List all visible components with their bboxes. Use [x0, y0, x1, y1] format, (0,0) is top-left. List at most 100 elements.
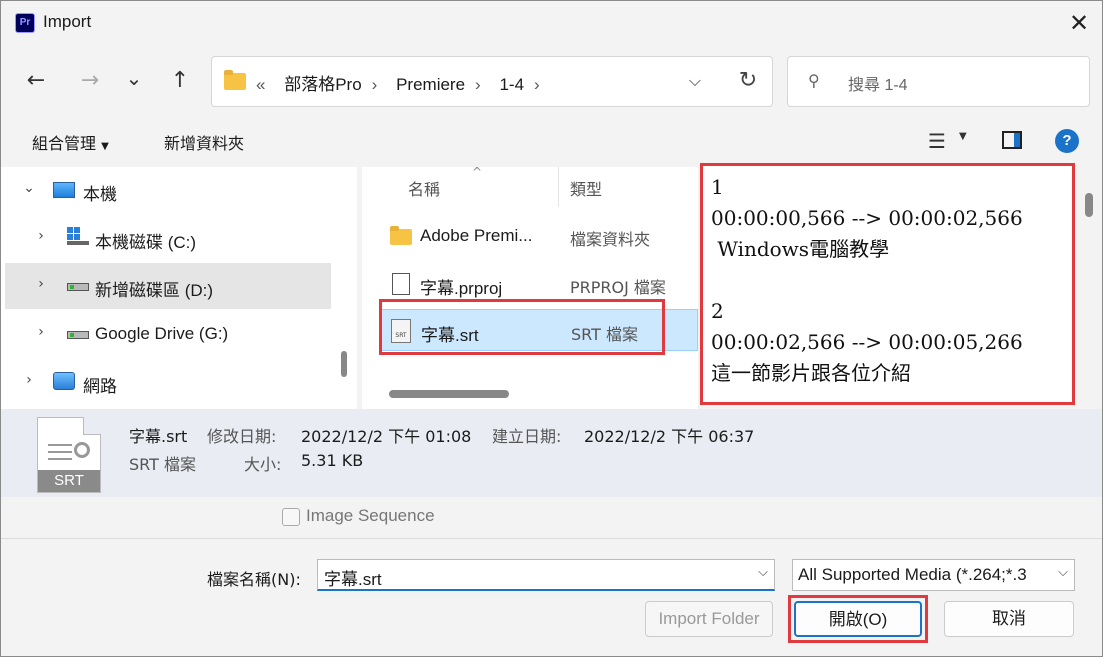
- tree-item-label: 本機磁碟 (C:): [95, 233, 197, 252]
- chevron-right-icon[interactable]: ›: [33, 228, 49, 246]
- vertical-scrollbar[interactable]: [1085, 193, 1093, 217]
- tree-item-drive-c[interactable]: › 本機磁碟 (C:): [5, 215, 331, 261]
- detail-size-value: 5.31 KB: [301, 451, 364, 470]
- detail-file-type: SRT 檔案: [129, 455, 196, 474]
- preview-line: 這一節影片跟各位介紹: [711, 361, 911, 385]
- detail-modified-value: 2022/12/2 下午 01:08: [301, 427, 472, 446]
- chevron-right-icon[interactable]: ›: [33, 276, 49, 294]
- image-sequence-checkbox[interactable]: [282, 508, 300, 526]
- tree-item-label: Google Drive (G:): [95, 324, 229, 343]
- window-title: Import: [43, 12, 92, 31]
- details-pane: SRT 字幕.srt 修改日期: 2022/12/2 下午 01:08 建立日期…: [1, 409, 1102, 497]
- file-name: 字幕.prproj: [420, 279, 503, 298]
- chevron-right-icon[interactable]: ›: [33, 324, 49, 342]
- chevron-down-icon: ⌄: [125, 66, 143, 90]
- sort-ascending-icon: ^: [472, 165, 483, 179]
- drive-icon: [67, 331, 89, 339]
- detail-file-name: 字幕.srt: [129, 427, 188, 446]
- column-divider[interactable]: [558, 167, 559, 207]
- preview-line: [711, 265, 1064, 296]
- navigation-tree: ⌄ 本機 › 本機磁碟 (C:) › 新增磁碟區 (D:) › Google D…: [1, 167, 357, 409]
- column-header-name[interactable]: 名稱: [408, 176, 440, 200]
- arrow-left-icon: ←: [26, 68, 46, 93]
- file-type-value: All Supported Media (*.264;*.3: [798, 565, 1027, 584]
- cancel-button[interactable]: 取消: [944, 601, 1074, 637]
- tree-scrollbar[interactable]: [341, 351, 347, 377]
- tree-item-label: 網路: [83, 377, 117, 396]
- breadcrumb-item[interactable]: 部落格Pro: [284, 75, 361, 94]
- address-bar[interactable]: « 部落格Pro › Premiere › 1-4 › ⌵ ↻: [211, 56, 773, 107]
- chevron-down-icon[interactable]: ⌄: [21, 180, 37, 198]
- windows-drive-icon: [67, 227, 89, 245]
- view-options-icon[interactable]: ☰: [925, 129, 949, 153]
- back-button[interactable]: ←: [21, 66, 51, 96]
- gear-icon: [74, 442, 90, 458]
- file-name: Adobe Premi...: [420, 226, 533, 245]
- network-icon: [53, 372, 75, 390]
- chevron-right-icon[interactable]: ›: [21, 372, 37, 390]
- arrow-up-icon: ↑: [170, 68, 190, 93]
- drive-icon: [67, 283, 89, 291]
- filename-value: 字幕.srt: [324, 570, 382, 589]
- caret-down-icon: ▼: [101, 141, 109, 152]
- new-folder-button[interactable]: 新增資料夾: [164, 130, 244, 154]
- file-type: 檔案資料夾: [570, 230, 651, 249]
- chevron-right-icon[interactable]: ›: [475, 75, 481, 94]
- preview-line: Windows電腦教學: [711, 237, 890, 261]
- file-type: PRPROJ 檔案: [570, 278, 666, 297]
- preview-line: 1: [711, 175, 724, 199]
- srt-file-icon: SRT: [37, 417, 101, 493]
- tree-item-label: 新增磁碟區 (D:): [95, 281, 214, 300]
- computer-icon: [53, 182, 75, 198]
- folder-icon: [390, 226, 412, 245]
- highlight-box: [379, 299, 665, 355]
- file-type-select[interactable]: All Supported Media (*.264;*.3 ⌵: [792, 559, 1075, 591]
- chevron-down-icon: ⌵: [688, 71, 702, 90]
- import-dialog: Pr Import ✕ ← → ⌄ ↑ « 部落格Pro › Premiere › …: [0, 0, 1103, 657]
- search-icon: ⚲: [808, 71, 820, 90]
- organize-menu[interactable]: 組合管理 ▼: [32, 130, 109, 154]
- help-icon[interactable]: ?: [1055, 129, 1079, 153]
- title-bar: Pr Import ✕: [1, 1, 1102, 45]
- breadcrumb-overflow[interactable]: «: [256, 75, 265, 94]
- tree-item-label: 本機: [83, 185, 117, 204]
- up-button[interactable]: ↑: [165, 66, 195, 96]
- document-icon: [392, 273, 410, 295]
- horizontal-scrollbar[interactable]: [389, 390, 509, 398]
- column-header-type[interactable]: 類型: [570, 176, 602, 200]
- import-folder-button[interactable]: Import Folder: [645, 601, 773, 637]
- preview-line: 00:00:02,566 --> 00:00:05,266: [711, 330, 1023, 354]
- search-box[interactable]: ⚲ 搜尋 1-4: [787, 56, 1090, 107]
- chevron-right-icon[interactable]: ›: [372, 75, 378, 94]
- image-sequence-label: Image Sequence: [306, 506, 435, 525]
- search-input[interactable]: 搜尋 1-4: [848, 71, 908, 95]
- filename-input[interactable]: 字幕.srt ⌵: [317, 559, 775, 591]
- tree-item-this-pc[interactable]: ⌄ 本機: [5, 167, 331, 213]
- chevron-right-icon[interactable]: ›: [534, 75, 540, 94]
- address-dropdown-button[interactable]: ⌵: [682, 67, 708, 95]
- subtitle-preview: 1 00:00:00,566 --> 00:00:02,566 Windows電…: [700, 163, 1075, 405]
- preview-line: 00:00:00,566 --> 00:00:02,566: [711, 206, 1023, 230]
- arrow-right-icon: →: [80, 68, 100, 93]
- close-button[interactable]: ✕: [1063, 7, 1095, 39]
- recent-locations-button[interactable]: ⌄: [119, 63, 149, 93]
- forward-button[interactable]: →: [75, 66, 105, 96]
- caret-down-icon[interactable]: ▼: [959, 131, 967, 142]
- refresh-button[interactable]: ↻: [734, 67, 762, 95]
- detail-size-label: 大小:: [244, 455, 282, 474]
- tree-item-drive-d[interactable]: › 新增磁碟區 (D:): [5, 263, 331, 309]
- detail-created-value: 2022/12/2 下午 06:37: [584, 427, 755, 446]
- folder-icon: [224, 70, 246, 90]
- tree-item-network[interactable]: › 網路: [5, 359, 331, 405]
- chevron-down-icon[interactable]: ⌵: [758, 565, 768, 580]
- highlight-box: [788, 595, 928, 643]
- chevron-down-icon: ⌵: [1058, 565, 1068, 580]
- file-icon-label: SRT: [38, 470, 100, 492]
- file-list: ^ 名稱 類型 Adobe Premi... 檔案資料夾 字幕.prproj P…: [362, 165, 698, 409]
- preview-pane-icon[interactable]: [1002, 131, 1022, 149]
- file-row[interactable]: Adobe Premi... 檔案資料夾: [380, 215, 698, 257]
- filename-label: 檔案名稱(N):: [207, 570, 301, 589]
- breadcrumb-item[interactable]: Premiere: [396, 75, 465, 94]
- tree-item-drive-g[interactable]: › Google Drive (G:): [5, 311, 331, 357]
- breadcrumb-item[interactable]: 1-4: [499, 75, 524, 94]
